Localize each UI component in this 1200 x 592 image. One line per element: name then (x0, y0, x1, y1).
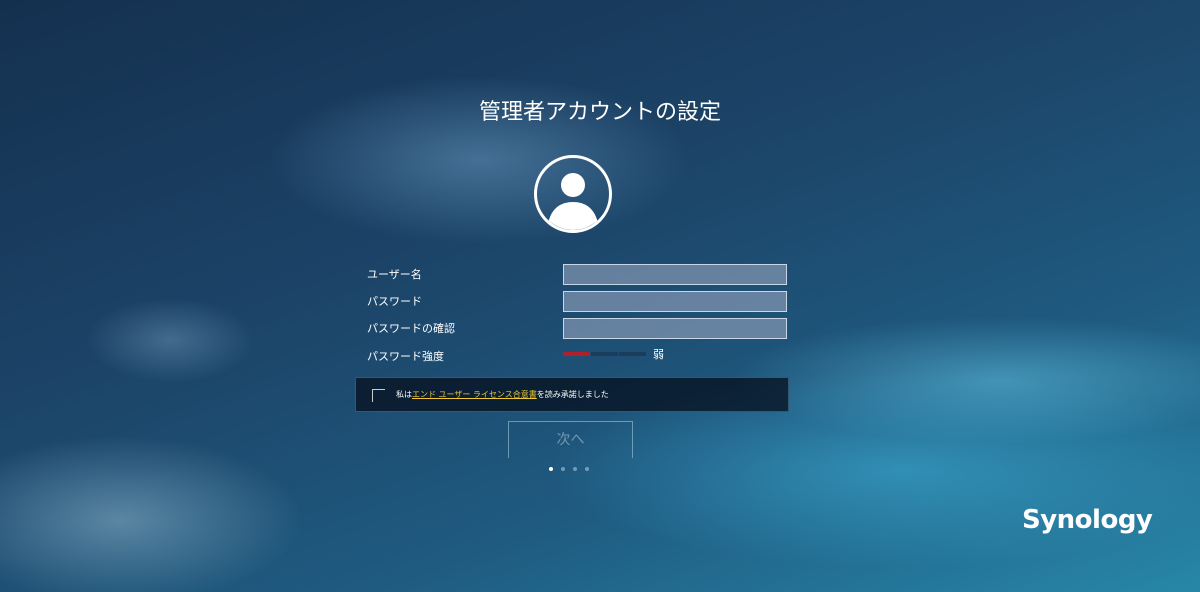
pager-dot (585, 467, 589, 471)
eula-checkbox[interactable] (372, 389, 385, 402)
page-title: 管理者アカウントの設定 (478, 100, 721, 125)
pager-dot-active (549, 467, 553, 471)
eula-suffix: を読み承諾しました (536, 390, 609, 399)
next-button[interactable]: 次へ (508, 421, 633, 458)
password-strength-value: 弱 (653, 348, 664, 361)
password-strength-label: パスワード強度 (367, 350, 444, 363)
username-input[interactable] (563, 264, 787, 285)
password-input[interactable] (563, 291, 787, 312)
username-label: ユーザー名 (367, 268, 422, 281)
synology-logo: Synology (1022, 505, 1153, 535)
eula-link[interactable]: エンド ユーザー ライセンス合意書 (412, 390, 537, 399)
eula-panel: 私はエンド ユーザー ライセンス合意書を読み承諾しました (355, 377, 789, 412)
strength-bar-segment (619, 352, 646, 356)
password-label: パスワード (367, 295, 422, 308)
pager-dot (561, 467, 565, 471)
eula-prefix: 私は (396, 390, 412, 399)
user-avatar-icon (534, 155, 612, 233)
confirm-password-label: パスワードの確認 (367, 322, 455, 335)
confirm-password-input[interactable] (563, 318, 787, 339)
strength-bar-segment (563, 352, 590, 356)
eula-text: 私はエンド ユーザー ライセンス合意書を読み承諾しました (396, 389, 609, 400)
pager-dot (573, 467, 577, 471)
strength-bar-segment (591, 352, 618, 356)
